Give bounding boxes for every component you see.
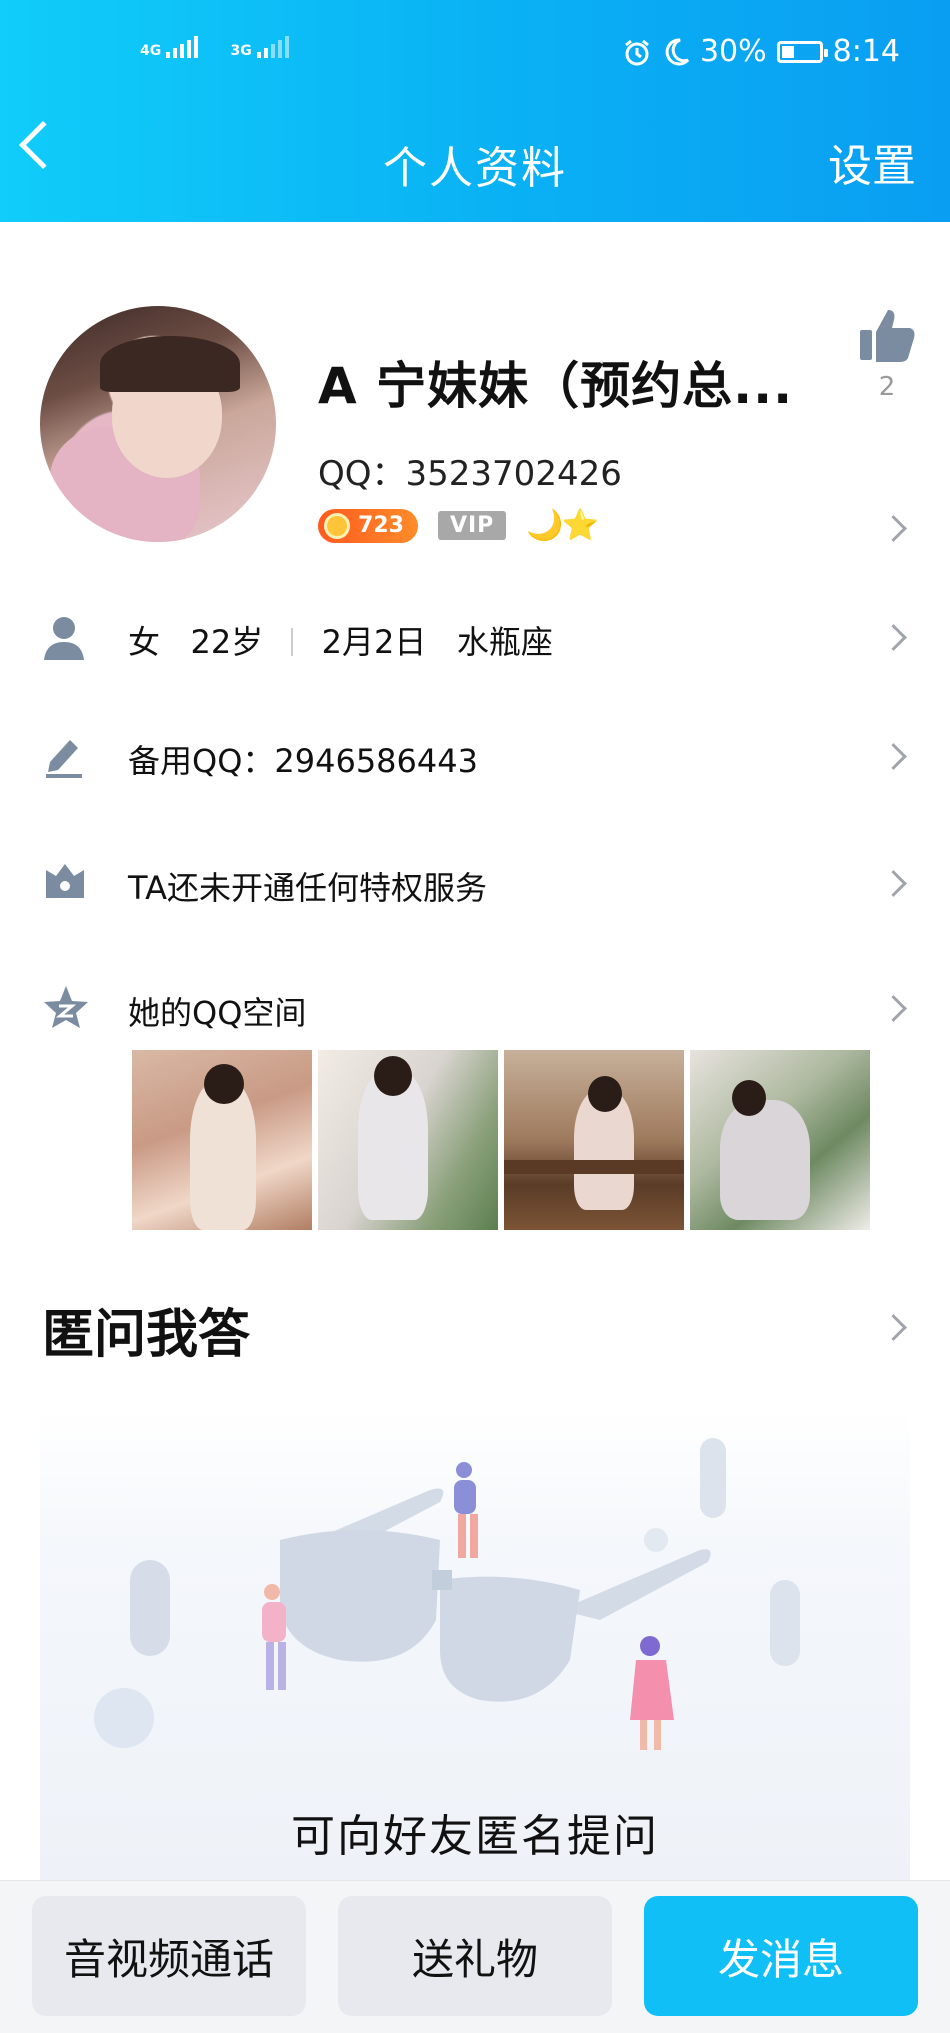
clock: 8:14 xyxy=(832,34,900,69)
person-icon xyxy=(42,614,86,666)
basic-info-chevron-icon[interactable] xyxy=(880,624,907,651)
send-message-button[interactable]: 发消息 xyxy=(644,1896,918,2016)
signal-indicators: 4G 3G xyxy=(140,36,315,60)
age: 22岁 xyxy=(190,623,264,661)
moon-star-icon: 🌙⭐ xyxy=(526,508,599,543)
page-title: 个人资料 xyxy=(383,143,567,194)
like-button[interactable]: 2 xyxy=(852,306,922,402)
coin-icon xyxy=(324,512,350,539)
qa-chevron-icon[interactable] xyxy=(880,1314,907,1341)
qzone-photo[interactable] xyxy=(690,1050,870,1230)
signal-2-icon: 3G xyxy=(231,36,289,58)
birthday: 2月2日 xyxy=(321,623,427,661)
glasses-illustration-icon xyxy=(94,1438,800,1750)
privilege-chevron-icon[interactable] xyxy=(880,870,907,897)
battery-percent: 30% xyxy=(699,34,767,69)
level-badge: 723 xyxy=(318,508,418,543)
signal-1-icon: 4G xyxy=(140,36,199,58)
qzone-photo[interactable] xyxy=(318,1050,498,1230)
nickname: A 宁妹妹（预约总... xyxy=(318,357,794,415)
level-value: 723 xyxy=(358,513,404,538)
qzone-chevron-icon[interactable] xyxy=(880,995,907,1022)
qq-number: QQ：3523702426 xyxy=(318,454,622,494)
backup-qq-row[interactable]: 备用QQ：2946586443 xyxy=(128,736,478,782)
thumbs-up-icon xyxy=(860,310,915,362)
av-call-button[interactable]: 音视频通话 xyxy=(32,1896,306,2016)
qa-illustration-card[interactable]: 可向好友匿名提问 xyxy=(40,1410,910,1890)
qzone-row[interactable]: 她的QQ空间 xyxy=(128,988,306,1034)
crown-bag-icon xyxy=(42,860,88,904)
vip-badge: VIP xyxy=(437,511,507,540)
like-count: 2 xyxy=(878,372,896,402)
gender: 女 xyxy=(128,623,161,661)
basic-info-row[interactable]: 女 22岁 2月2日 水瓶座 xyxy=(128,617,553,663)
pencil-icon xyxy=(42,732,86,782)
qa-section-title: 匿问我答 xyxy=(42,1305,251,1365)
badges-chevron-icon[interactable] xyxy=(880,515,907,542)
privilege-row[interactable]: TA还未开通任何特权服务 xyxy=(128,863,487,909)
send-gift-button[interactable]: 送礼物 xyxy=(338,1896,612,2016)
zodiac: 水瓶座 xyxy=(456,623,553,661)
settings-button[interactable]: 设置 xyxy=(828,130,916,194)
battery-icon xyxy=(776,40,828,63)
badge-row[interactable]: 723 VIP 🌙⭐ xyxy=(318,508,599,543)
divider xyxy=(291,628,294,656)
qa-caption: 可向好友匿名提问 xyxy=(291,1811,659,1862)
top-header: 4G 3G 30% 8:14 个人资料 设置 xyxy=(0,0,950,222)
status-right: 30% 8:14 xyxy=(622,34,900,69)
backup-qq-chevron-icon[interactable] xyxy=(880,743,907,770)
qzone-star-icon xyxy=(42,984,90,1034)
qzone-photo[interactable] xyxy=(132,1050,312,1230)
moon-icon xyxy=(665,37,690,65)
qzone-photo-strip xyxy=(132,1050,870,1230)
avatar[interactable] xyxy=(40,306,276,542)
alarm-icon xyxy=(625,39,649,65)
qzone-photo[interactable] xyxy=(504,1050,684,1230)
